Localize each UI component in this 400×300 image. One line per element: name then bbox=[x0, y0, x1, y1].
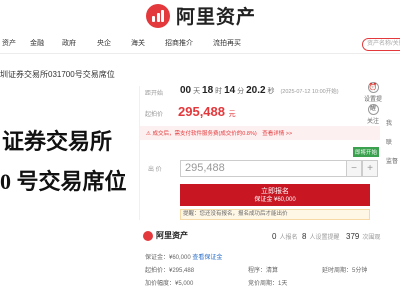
nav-item-promotion[interactable]: 招商推介 bbox=[165, 38, 193, 48]
price-label: 起拍价 bbox=[145, 112, 164, 118]
nav-item-resale[interactable]: 流拍再买 bbox=[213, 38, 241, 48]
signup-button[interactable]: 立即报名 保证金 ¥60,000 bbox=[180, 184, 370, 206]
nav-item-customs[interactable]: 海关 bbox=[131, 38, 145, 48]
increment-info: 加价幅度：¥5,000 bbox=[145, 281, 194, 287]
bell-icon: ⏰ bbox=[367, 82, 379, 93]
fee-notice: ⚠ 成交后，需支付软件服务费(成交价的0.8%) 查看详情 >> bbox=[140, 126, 380, 140]
logo-icon bbox=[146, 3, 170, 28]
image-text-line2: 0 号交易席位 bbox=[0, 169, 127, 194]
view-count: 379 次围观 bbox=[346, 232, 381, 241]
signup-tip: 提醒：您还没有报名，报名成功后才能出价 bbox=[180, 209, 370, 220]
search-input[interactable]: 资产名称/关键 bbox=[362, 38, 400, 51]
signup-count: 0 人报名 bbox=[272, 232, 298, 241]
status-badge: 即将开始 bbox=[353, 147, 380, 157]
delay-info: 延时周期：5分钟 bbox=[322, 268, 368, 274]
rail-item-me[interactable]: 我 bbox=[386, 118, 400, 127]
start-price-info: 起拍价：¥295,488 bbox=[145, 268, 195, 274]
cycle-info: 竞价周期：1天 bbox=[248, 281, 288, 287]
heart-icon: ♡ bbox=[367, 104, 379, 115]
main-nav: 资产 金融 政府 央企 海关 招商推介 流拍再买 bbox=[0, 34, 400, 54]
bid-label: 出 价 bbox=[148, 167, 162, 173]
countdown: 00 天 18 时 14 分 20.2 秒 (2025-07-12 10:00开… bbox=[180, 85, 339, 96]
nav-item-assets[interactable]: 资产 bbox=[2, 38, 16, 48]
countdown-seconds: 20.2 bbox=[246, 85, 266, 96]
countdown-days: 00 bbox=[180, 85, 192, 96]
follow-button[interactable]: ♡ 关注 bbox=[364, 104, 382, 125]
brand-name: 阿里资产 bbox=[176, 7, 257, 28]
seller-logo[interactable]: 阿里资产 bbox=[143, 230, 188, 241]
nav-item-soe[interactable]: 央企 bbox=[97, 38, 111, 48]
image-text-line1: 证券交易所 bbox=[2, 129, 113, 154]
item-image[interactable]: 证券交易所 0 号交易席位 bbox=[0, 86, 140, 220]
increase-bid-button[interactable]: + bbox=[362, 160, 378, 177]
start-time: (2025-07-12 10:00开始) bbox=[280, 89, 339, 95]
countdown-hours: 18 bbox=[202, 85, 214, 96]
start-price: 295,488 元 bbox=[178, 104, 236, 119]
seller-logo-icon bbox=[143, 230, 153, 241]
countdown-minutes: 14 bbox=[224, 85, 236, 96]
decrease-bid-button[interactable]: − bbox=[346, 160, 362, 177]
procedure-info: 程序：清算 bbox=[248, 268, 279, 274]
countdown-label: 距开始 bbox=[145, 91, 164, 97]
deposit-info: 保证金：¥60,000 查看保证金 bbox=[145, 255, 223, 261]
fee-details-link[interactable]: 查看详情 >> bbox=[262, 131, 292, 137]
deposit-link[interactable]: 查看保证金 bbox=[192, 255, 222, 261]
nav-item-government[interactable]: 政府 bbox=[62, 38, 76, 48]
page-title: 圳证券交易所031700号交易席位 bbox=[0, 70, 115, 79]
rail-item-supervise[interactable]: 监督 bbox=[386, 156, 400, 165]
nav-item-finance[interactable]: 金融 bbox=[30, 38, 44, 48]
reminder-count: 8 人设置提醒 bbox=[302, 232, 340, 241]
rail-item-contact[interactable]: 联 bbox=[386, 137, 400, 146]
brand-logo[interactable]: 阿里资产 bbox=[146, 2, 256, 29]
top-header: 阿里资产 bbox=[0, 0, 400, 34]
